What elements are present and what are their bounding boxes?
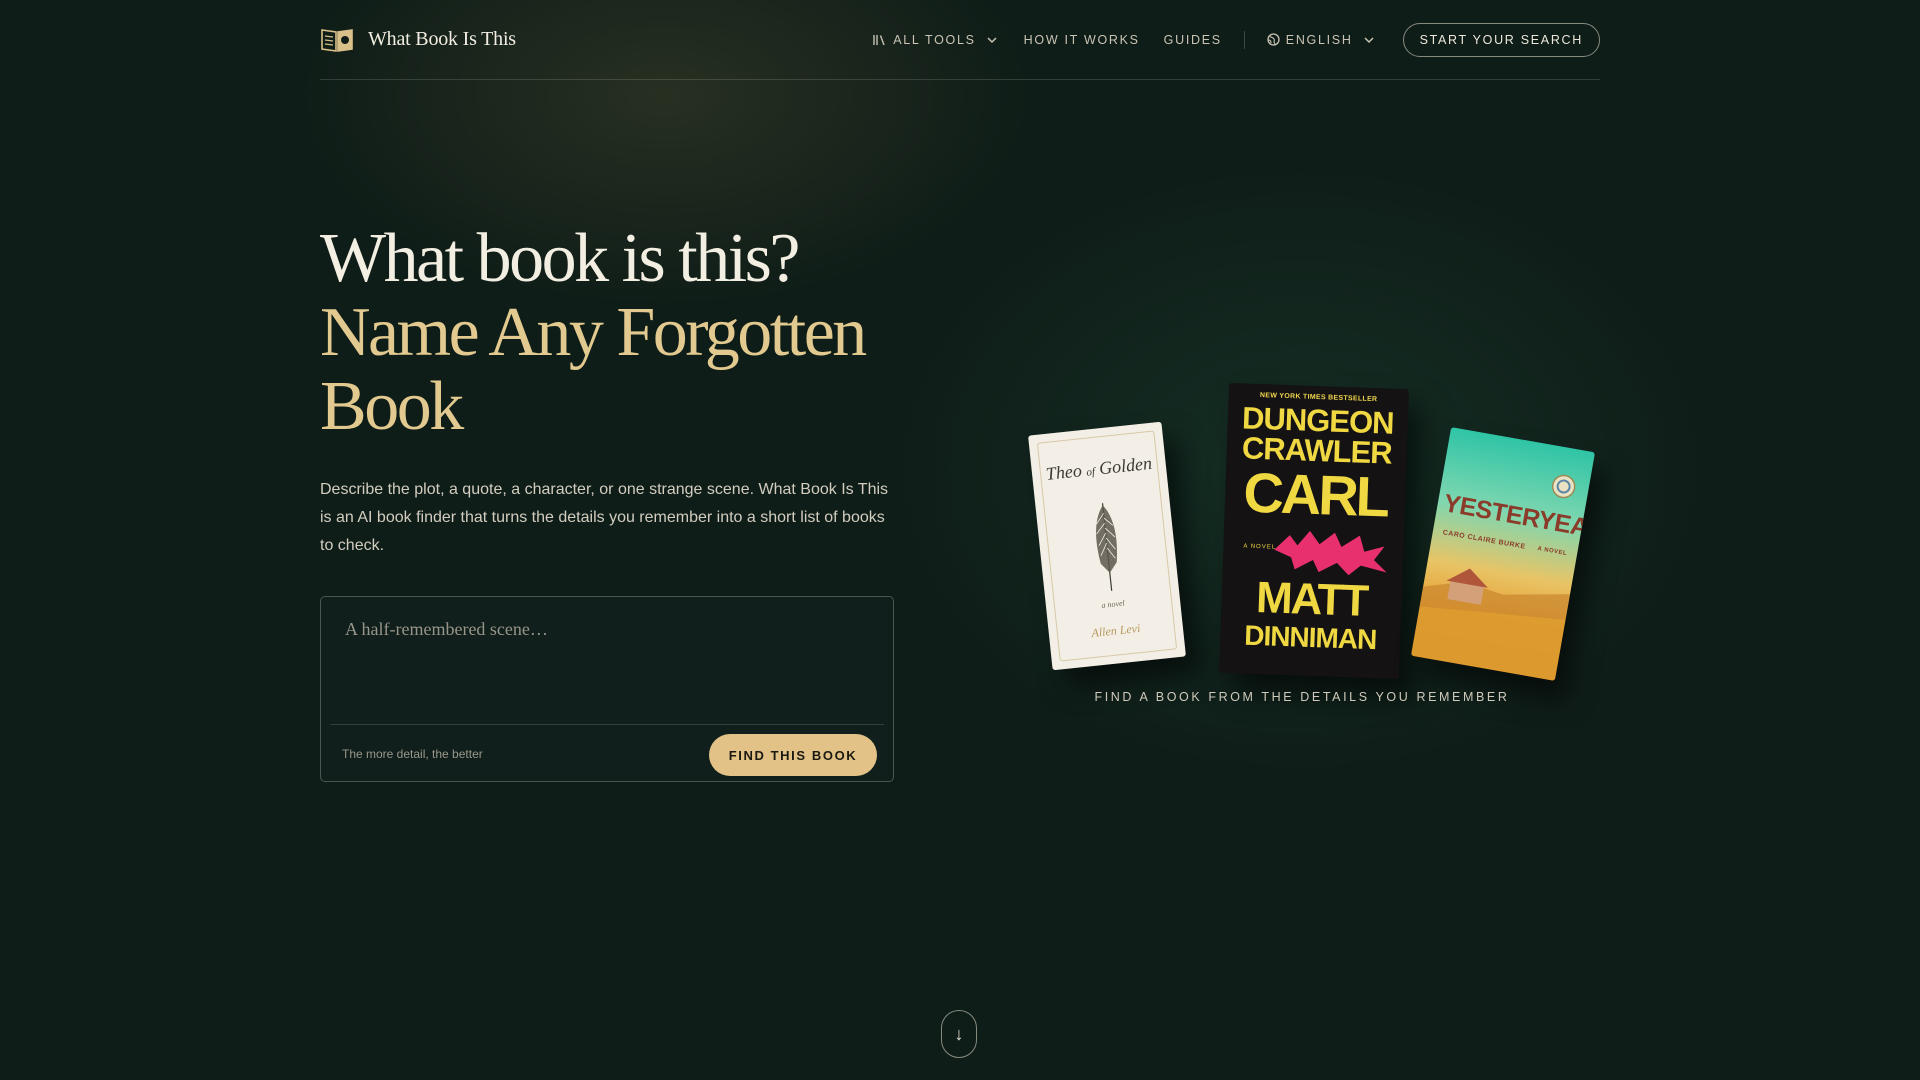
language-selector[interactable]: ENGLISH [1267,33,1375,47]
arrow-down-icon: ↓ [954,1023,964,1044]
logo[interactable]: What Book Is This [320,27,516,53]
pink-splatter-illustration [1274,530,1387,576]
search-input[interactable] [333,609,881,719]
book-showcase: Theo of Golden a novel Allen Levi NEW YO… [1020,370,1610,700]
book-author: CARO CLAIRE BURKE [1442,529,1527,551]
main-nav: ALL TOOLS HOW IT WORKS GUIDES ENGLISH ST… [873,0,1600,79]
scroll-down-button[interactable]: ↓ [941,1010,977,1058]
search-divider [330,724,884,725]
hero-title-line2: Name Any Forgotten Book [320,294,867,445]
book-label: A NOVEL [1243,543,1277,551]
book-title-line: CARL [1242,460,1389,529]
hero-title: What book is this? Name Any Forgotten Bo… [320,222,920,444]
book-author-line: DINNIMAN [1243,619,1377,656]
language-label: ENGLISH [1285,32,1353,47]
hero-title-line1: What book is this? [320,220,800,297]
globe-icon [1267,33,1280,46]
open-book-icon [321,28,353,52]
search-hint: The more detail, the better [342,747,483,761]
book-cover-theo-of-golden: Theo of Golden a novel Allen Levi [1028,421,1186,671]
seal-icon [1551,474,1576,499]
book-label: A NOVEL [1536,545,1568,558]
site-title: What Book Is This [368,28,516,50]
how-it-works-link[interactable]: HOW IT WORKS [1024,33,1140,47]
book-title-part: Theo [1044,460,1083,484]
book-cover-dungeon-crawler-carl: NEW YORK TIMES BESTSELLER DUNGEON CRAWLE… [1218,382,1410,680]
showcase-caption: FIND A BOOK FROM THE DETAILS YOU REMEMBE… [1094,690,1510,704]
book-author-line: MATT [1255,573,1368,626]
chevron-down-icon [1364,36,1374,43]
find-book-button[interactable]: FIND THIS BOOK [709,734,877,776]
guides-link[interactable]: GUIDES [1164,33,1222,47]
start-search-button[interactable]: START YOUR SEARCH [1402,22,1600,57]
chevron-down-icon [987,36,997,43]
search-box: The more detail, the better FIND THIS BO… [320,596,894,782]
nav-divider [1243,30,1245,49]
library-icon [873,34,885,45]
farmhouse-illustration [1410,568,1571,681]
book-title-part: of [1085,465,1096,479]
all-tools-label: ALL TOOLS [893,32,976,47]
book-cover-yesteryear: YESTERYEAR CARO CLAIRE BURKE A NOVEL [1410,427,1596,681]
site-header: What Book Is This ALL TOOLS HOW IT WORKS… [320,0,1600,80]
all-tools-menu[interactable]: ALL TOOLS [873,33,997,47]
hero-description: Describe the plot, a quote, a character,… [320,481,889,554]
book-title-part: Golden [1098,452,1153,479]
